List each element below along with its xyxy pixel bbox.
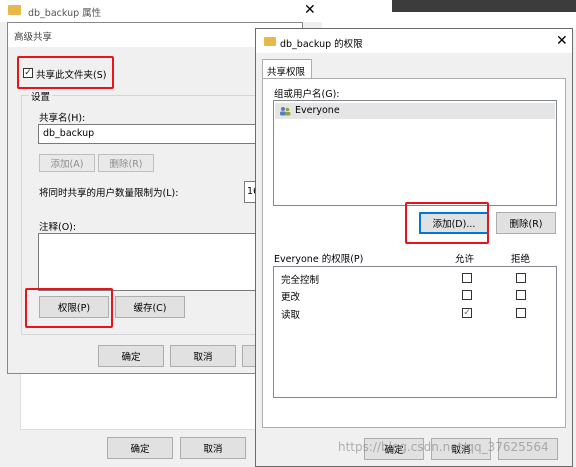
permissions-title: db_backup 的权限	[280, 39, 363, 50]
perm-read-allow-checkbox[interactable]: ✓	[462, 308, 472, 318]
permissions-table: 完全控制 更改 读取 ✓	[273, 266, 557, 398]
users-listbox[interactable]: Everyone	[273, 100, 557, 206]
perm-row-read-label: 读取	[281, 310, 301, 321]
permissions-dialog: db_backup 的权限 ✕ 共享权限 组或用户名(G): Everyone …	[255, 28, 573, 467]
comment-label: 注释(O):	[39, 222, 77, 233]
highlight-share-checkbox	[17, 56, 114, 89]
desktop-strip-dark	[392, 0, 576, 12]
allow-header: 允许	[455, 254, 475, 265]
settings-label: 设置	[29, 89, 53, 103]
caching-button[interactable]: 缓存(C)	[115, 296, 185, 318]
permissions-header: Everyone 的权限(P)	[274, 254, 364, 265]
close-icon[interactable]: ✕	[304, 3, 316, 17]
perm-change-deny-checkbox[interactable]	[516, 290, 526, 300]
highlight-permissions-button	[25, 288, 113, 328]
comment-textarea[interactable]	[38, 233, 278, 291]
deny-header: 拒绝	[511, 254, 531, 265]
share-name-label: 共享名(H):	[39, 113, 86, 124]
highlight-add-button	[405, 202, 489, 244]
permissions-titlebar: db_backup 的权限 ✕	[256, 29, 572, 53]
folder-icon	[8, 5, 21, 15]
advanced-ok-button[interactable]: 确定	[98, 345, 164, 367]
perm-row-change-label: 更改	[281, 292, 301, 303]
permissions-close-icon[interactable]: ✕	[556, 34, 568, 48]
share-name-input[interactable]: db_backup	[38, 124, 268, 144]
advanced-cancel-button[interactable]: 取消	[170, 345, 236, 367]
perm-row-full-control-label: 完全控制	[281, 275, 320, 286]
share-remove-button[interactable]: 删除(R)	[98, 154, 154, 172]
perm-full-control-deny-checkbox[interactable]	[516, 273, 526, 283]
tab-share-permissions[interactable]: 共享权限	[262, 59, 312, 79]
properties-ok-button[interactable]: 确定	[107, 437, 173, 459]
tab-share-permissions-label: 共享权限	[267, 67, 306, 78]
properties-cancel-button[interactable]: 取消	[180, 437, 246, 459]
remove-user-button[interactable]: 删除(R)	[496, 212, 556, 234]
share-add-button[interactable]: 添加(A)	[39, 154, 95, 172]
groups-label: 组或用户名(G):	[274, 89, 340, 100]
perm-change-allow-checkbox[interactable]	[462, 290, 472, 300]
properties-titlebar: db_backup 属性 ✕	[0, 0, 322, 22]
user-name: Everyone	[295, 105, 340, 116]
user-limit-label: 将同时共享的用户数量限制为(L):	[39, 188, 179, 199]
share-name-value: db_backup	[43, 128, 95, 139]
perm-read-deny-checkbox[interactable]	[516, 308, 526, 318]
permissions-folder-icon	[264, 37, 276, 46]
properties-title: db_backup 属性	[28, 8, 102, 19]
user-row-everyone[interactable]: Everyone	[275, 103, 555, 119]
user-group-icon	[279, 106, 291, 116]
advanced-title: 高级共享	[14, 32, 53, 43]
perm-full-control-allow-checkbox[interactable]	[462, 273, 472, 283]
watermark: https://blog.csdn.net/qq_37625564	[338, 440, 549, 454]
